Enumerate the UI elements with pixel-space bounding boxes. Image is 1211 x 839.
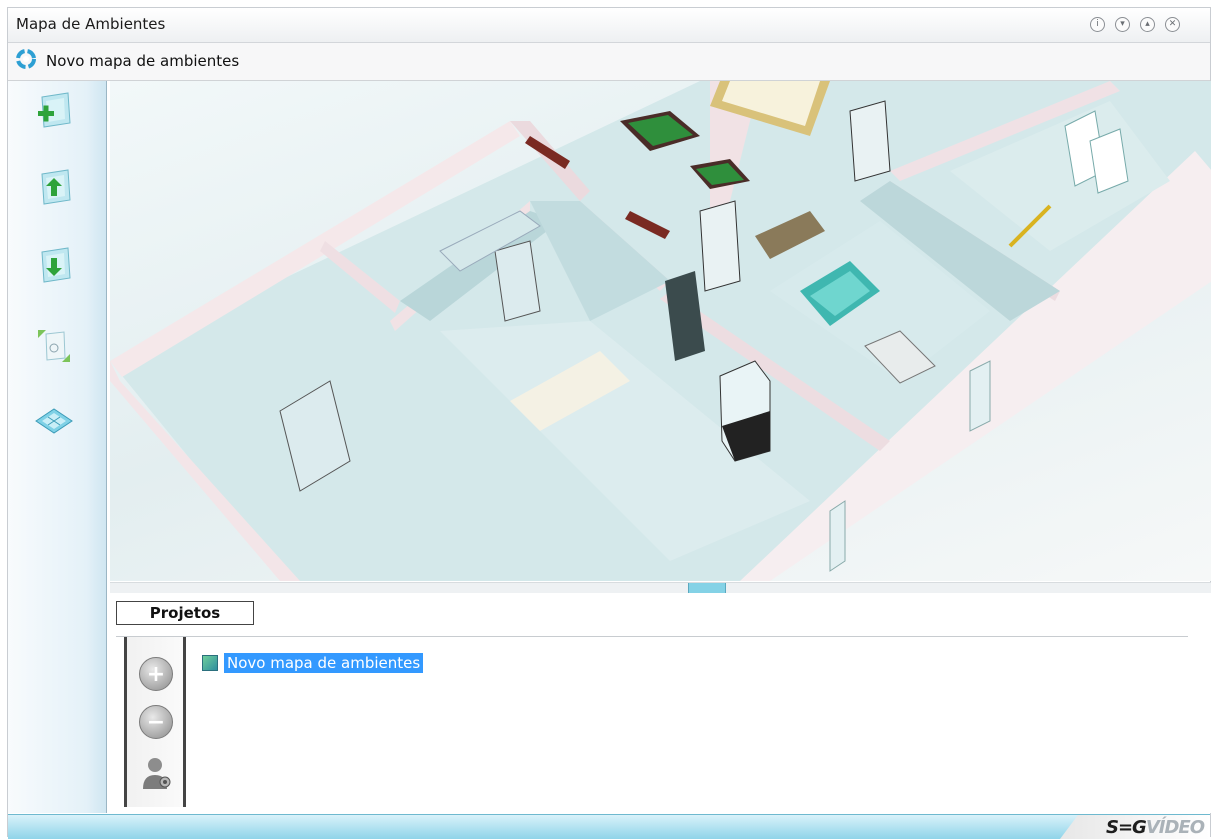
add-button[interactable]: +	[139, 657, 173, 691]
window-title: Mapa de Ambientes	[16, 15, 166, 33]
main-window: Mapa de Ambientes i ▾ ▴ ✕ Novo mapa de a…	[7, 7, 1211, 839]
add-map-icon	[38, 92, 71, 128]
title-bar: Mapa de Ambientes i ▾ ▴ ✕	[8, 8, 1210, 43]
new-map-button[interactable]: Novo mapa de ambientes	[14, 47, 240, 75]
refresh-gear-icon	[14, 47, 38, 75]
chevron-down-icon[interactable]: ▾	[1115, 17, 1130, 32]
add-map-tool[interactable]	[32, 89, 76, 133]
project-tree-item[interactable]: Novo mapa de ambientes	[224, 653, 424, 673]
status-bar: S=G VÍDEO	[8, 814, 1210, 839]
remove-button[interactable]: −	[139, 705, 173, 739]
info-icon[interactable]: i	[1090, 17, 1105, 32]
brand-part2: VÍDEO	[1145, 816, 1205, 838]
download-map-tool[interactable]	[32, 244, 76, 288]
user-settings-button[interactable]	[141, 755, 173, 791]
project-node-icon	[202, 655, 218, 671]
project-tree: Novo mapa de ambientes	[202, 653, 424, 673]
tab-projetos[interactable]: Projetos	[116, 601, 254, 625]
remove-icon: −	[146, 709, 166, 735]
left-toolbar	[8, 81, 107, 813]
resize-map-tool[interactable]	[32, 324, 76, 368]
upload-map-icon	[41, 169, 71, 205]
projects-panel: Projetos + − Novo mapa de ambientes	[110, 593, 1211, 813]
chevron-up-icon[interactable]: ▴	[1140, 17, 1155, 32]
brand-part1: S=G	[1106, 816, 1147, 838]
close-icon[interactable]: ✕	[1165, 17, 1180, 32]
new-map-label: Novo mapa de ambientes	[46, 52, 240, 70]
floor-plan-3d-image	[110, 81, 1211, 581]
toolbar: Novo mapa de ambientes	[8, 43, 1210, 81]
projects-actions-panel: + −	[124, 637, 186, 807]
upload-map-tool[interactable]	[32, 166, 76, 210]
user-settings-icon	[143, 758, 171, 789]
splitter-grip[interactable]	[688, 583, 726, 593]
download-map-icon	[41, 247, 71, 283]
add-icon: +	[146, 661, 166, 687]
resize-map-icon	[38, 330, 70, 362]
floor-plan-view[interactable]	[110, 81, 1211, 581]
brand-logo: S=G VÍDEO	[1060, 815, 1210, 839]
floor-plan-tool[interactable]	[32, 399, 76, 443]
floor-plan-icon	[35, 408, 73, 434]
tab-divider	[116, 636, 1188, 637]
